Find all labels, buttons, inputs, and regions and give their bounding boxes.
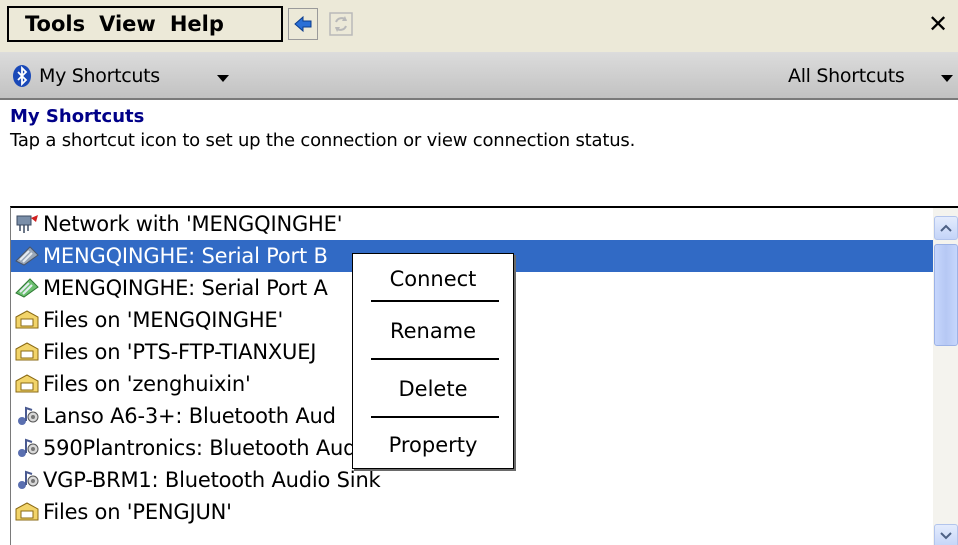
- list-item-label: Lanso A6-3+: Bluetooth Aud: [43, 403, 336, 428]
- chevron-down-icon: [940, 532, 952, 540]
- audio-icon: [11, 435, 43, 461]
- list-item[interactable]: Files on 'PENGJUN': [11, 496, 933, 528]
- folder-icon: [11, 339, 43, 365]
- list-item-label: Files on 'PTS-FTP-TIANXUEJ: [43, 339, 317, 364]
- close-icon: ✕: [927, 10, 949, 38]
- context-delete[interactable]: Delete: [353, 364, 513, 414]
- context-menu: Connect Rename Delete Property: [352, 253, 514, 469]
- list-item-label: Files on 'PENGJUN': [43, 499, 232, 524]
- scroll-thumb[interactable]: [934, 244, 958, 346]
- menu-help[interactable]: Help: [156, 13, 224, 35]
- shortcuts-bar: My Shortcuts All Shortcuts: [0, 52, 958, 100]
- filter-dropdown[interactable]: All Shortcuts: [788, 65, 905, 87]
- context-property[interactable]: Property: [353, 420, 513, 470]
- audio-icon: [11, 467, 43, 493]
- scroll-up-button[interactable]: [934, 216, 958, 240]
- list-item-label: MENGQINGHE: Serial Port B: [43, 243, 328, 268]
- list-item-label: Files on 'MENGQINGHE': [43, 307, 284, 332]
- chevron-up-icon: [940, 224, 952, 232]
- menu-view[interactable]: View: [85, 13, 156, 35]
- shortcuts-dropdown[interactable]: My Shortcuts: [39, 65, 160, 87]
- serial-port-icon: [11, 243, 43, 269]
- serial-port-icon: [11, 275, 43, 301]
- scrollbar[interactable]: [933, 208, 958, 545]
- network-icon: [11, 211, 43, 237]
- close-button[interactable]: ✕: [926, 12, 950, 36]
- refresh-button[interactable]: [326, 8, 356, 40]
- back-arrow-icon: [294, 15, 312, 33]
- audio-icon: [11, 403, 43, 429]
- bluetooth-icon: [13, 65, 31, 87]
- back-button[interactable]: [288, 8, 318, 40]
- page-description: Tap a shortcut icon to set up the connec…: [10, 130, 636, 151]
- list-item-label: Files on 'zenghuixin': [43, 371, 251, 396]
- page-title: My Shortcuts: [10, 106, 145, 127]
- menu-group: Tools View Help: [7, 6, 283, 42]
- list-item-label: VGP-BRM1: Bluetooth Audio Sink: [43, 467, 381, 492]
- folder-icon: [11, 499, 43, 525]
- scroll-down-button[interactable]: [934, 524, 958, 545]
- list-item-label: Network with 'MENGQINGHE': [43, 211, 343, 236]
- refresh-icon: [329, 12, 353, 36]
- list-item[interactable]: Network with 'MENGQINGHE': [11, 208, 933, 240]
- folder-icon: [11, 307, 43, 333]
- menu-tools[interactable]: Tools: [9, 13, 85, 35]
- chevron-down-icon[interactable]: [941, 75, 953, 82]
- context-connect[interactable]: Connect: [353, 254, 513, 304]
- chevron-down-icon[interactable]: [217, 75, 229, 82]
- menu-separator: [371, 358, 499, 360]
- menu-bar: Tools View Help ✕: [0, 0, 958, 52]
- context-rename[interactable]: Rename: [353, 306, 513, 356]
- menu-separator: [371, 416, 499, 418]
- menu-separator: [371, 300, 499, 302]
- list-item-label: MENGQINGHE: Serial Port A: [43, 275, 328, 300]
- folder-icon: [11, 371, 43, 397]
